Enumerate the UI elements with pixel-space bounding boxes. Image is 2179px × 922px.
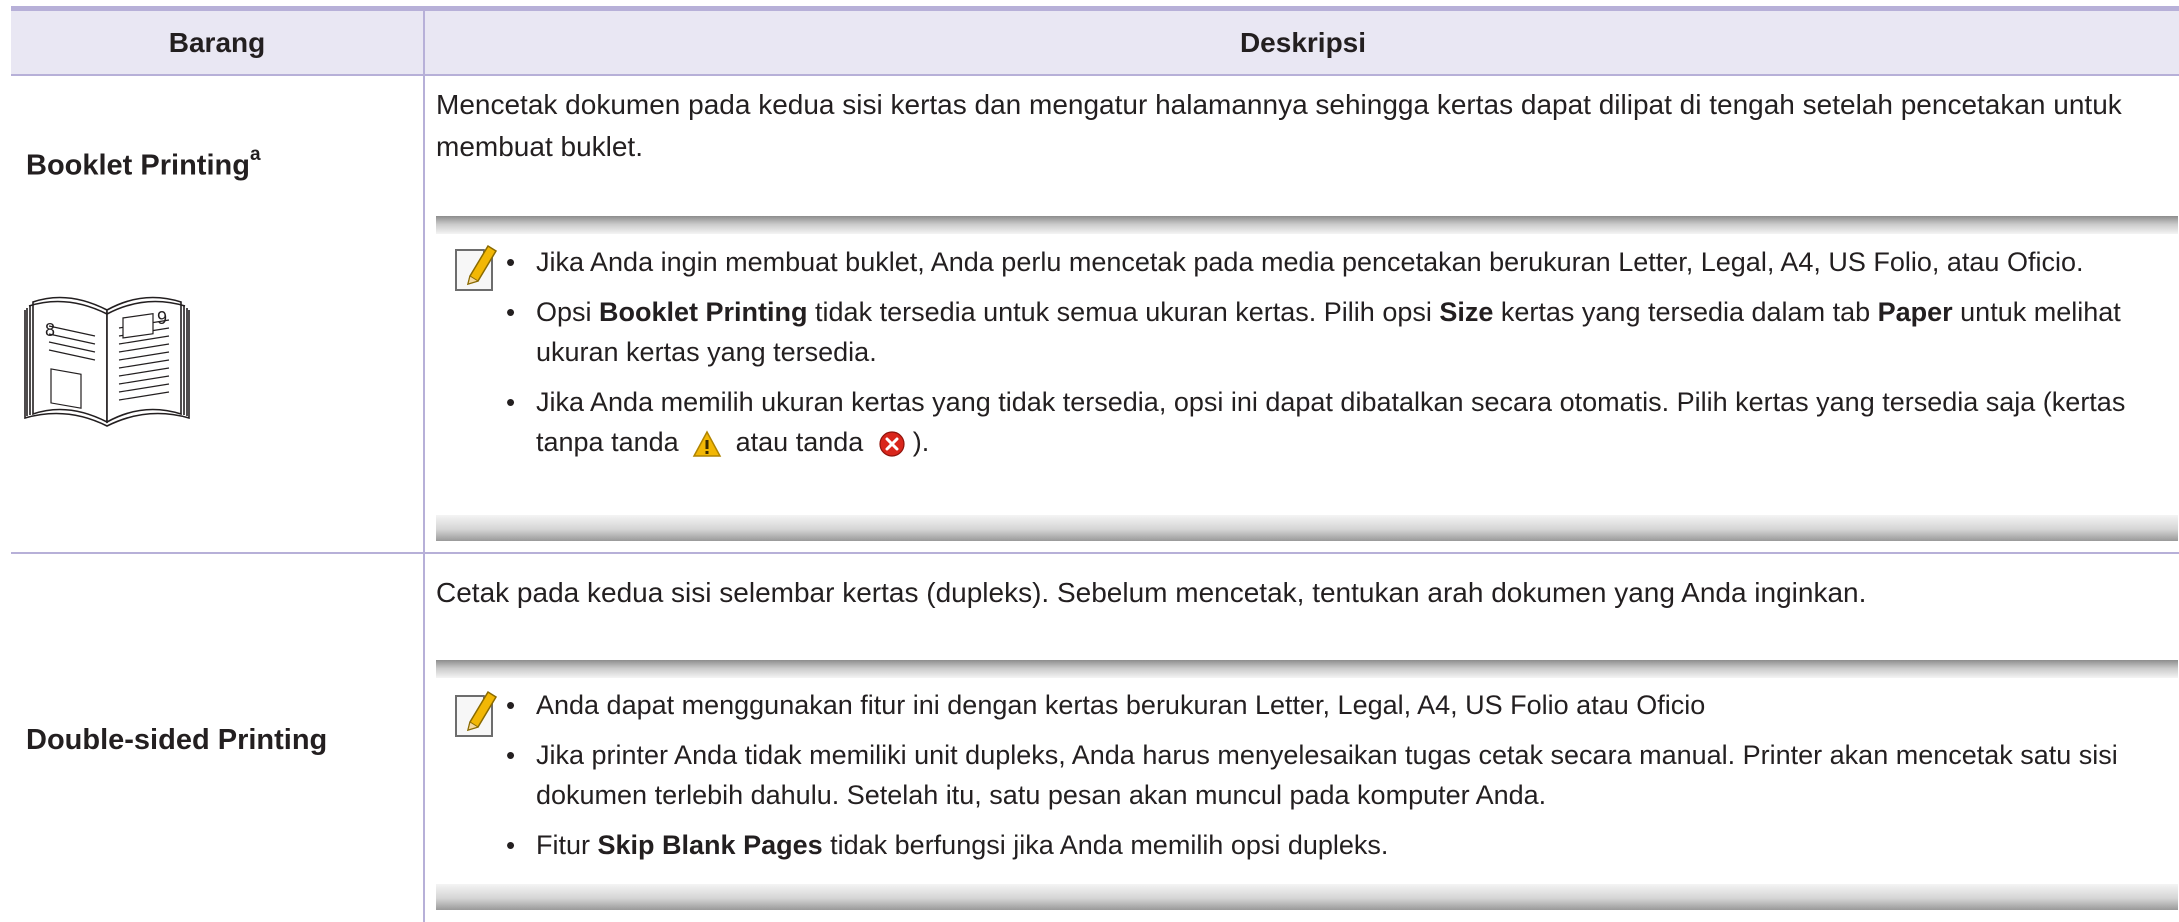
note-top-band [436,660,2178,678]
booklet-left-page-number: 8 [45,320,55,340]
double-sided-description: Cetak pada kedua sisi selembar kertas (d… [436,577,1867,608]
header-description: Deskripsi [423,11,2179,74]
double-sided-note-box: Anda dapat menggunakan fitur ini dengan … [436,660,2178,910]
note-pencil-icon [455,690,498,737]
note-text: tidak tersedia untuk semua ukuran kertas… [807,297,1440,327]
note-bullet: Fitur Skip Blank Pages tidak berfungsi j… [504,825,2164,865]
column-divider [423,74,425,922]
note-pencil-icon [455,244,498,291]
booklet-description: Mencetak dokumen pada kedua sisi kertas … [436,89,2122,162]
note-bold: Skip Blank Pages [597,830,823,860]
note-text: atau tanda [728,427,871,457]
booklet-note-box: Jika Anda ingin membuat buklet, Anda per… [436,216,2178,541]
note-text: Opsi [536,297,600,327]
note-text: kertas yang tersedia dalam tab [1493,297,1878,327]
note-text: tidak berfungsi jika Anda memilih opsi d… [822,830,1389,860]
note-bottom-band [436,884,2178,910]
note-bold: Booklet Printing [599,297,808,327]
note-bullet: Jika printer Anda tidak memiliki unit du… [504,735,2164,815]
table-header: Barang Deskripsi [11,11,2179,76]
note-bold: Size [1439,297,1494,327]
item-booklet-printing: Booklet Printinga [26,144,261,183]
item-double-sided-printing: Double-sided Printing [26,724,328,756]
note-text: ). [912,427,930,457]
note-bullet: Opsi Booklet Printing tidak tersedia unt… [504,292,2164,372]
error-x-circle-icon [879,431,905,457]
footnote-marker: a [249,144,261,165]
item-label: Booklet Printing [26,149,250,182]
note-top-band [436,216,2178,234]
booklet-right-page-number: 9 [157,308,167,328]
booklet-illustration-icon: 8 9 [24,296,190,427]
document-page: Barang Deskripsi Booklet Printinga 8 9 M… [11,0,2179,922]
warning-triangle-icon [692,430,722,457]
double-sided-note-list: Anda dapat menggunakan fitur ini dengan … [504,685,2164,875]
note-bullet: Jika Anda ingin membuat buklet, Anda per… [504,242,2164,282]
note-text: Fitur [536,830,598,860]
note-bullet: Jika Anda memilih ukuran kertas yang tid… [504,382,2164,462]
header-item: Barang [168,27,266,58]
note-bottom-band [436,515,2178,541]
booklet-note-list: Jika Anda ingin membuat buklet, Anda per… [504,242,2164,472]
note-bold: Paper [1877,297,1953,327]
row-divider [11,552,2179,554]
note-bullet: Anda dapat menggunakan fitur ini dengan … [504,685,2164,725]
